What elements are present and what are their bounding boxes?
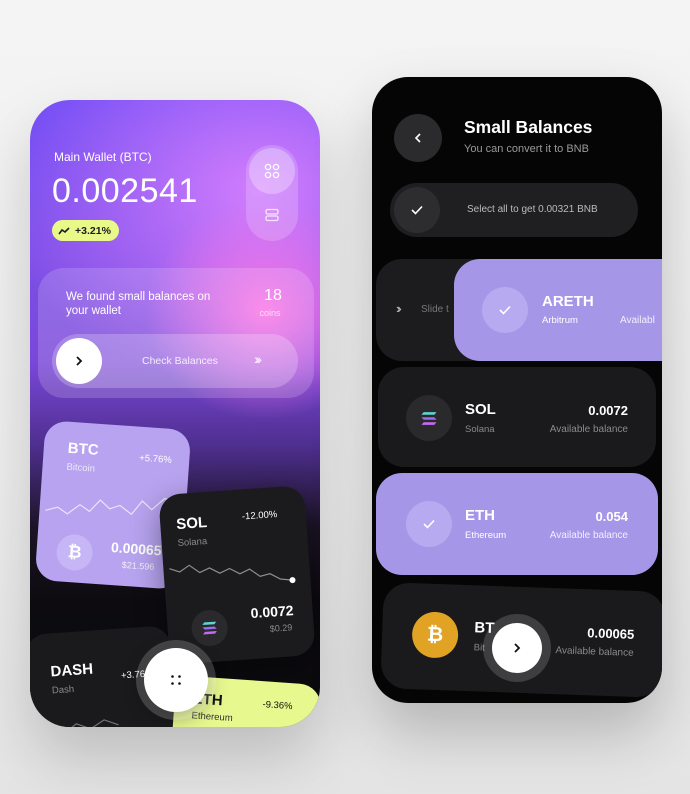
coins-unit: coins (259, 308, 281, 318)
page-title: Small Balances (464, 117, 593, 137)
menu-button[interactable] (144, 648, 208, 712)
coin-change: -9.36% (262, 699, 293, 713)
row-available: Available balance (549, 530, 628, 541)
row-name: Ethereum (465, 530, 507, 541)
row-available: Available balance (549, 424, 628, 435)
coin-name: Dash (51, 683, 75, 697)
next-button[interactable] (492, 623, 542, 673)
main-wallet-screen: Main Wallet (BTC) 0.002541 +3.21% We fou… (30, 100, 320, 727)
coins-count: 18 (264, 287, 282, 304)
small-balances-text: We found small balances on your wallet (66, 291, 211, 317)
sol-sparkline (169, 564, 296, 584)
coin-name: Solana (177, 536, 208, 550)
check-icon (411, 205, 423, 215)
coin-amount: 0.0072 (250, 602, 294, 622)
slide-hint-label: Slide t (421, 304, 449, 315)
coin-card-sol[interactable]: SOL Solana -12.00% 0.0072 $0.29 (158, 485, 316, 665)
solana-icon (190, 608, 229, 648)
select-all-checkbox[interactable] (394, 187, 440, 233)
row-name: Bit (473, 642, 485, 654)
chevron-right-icon (514, 643, 521, 653)
row-available: Availabl (620, 315, 655, 326)
double-chevron-icon: ›› (396, 301, 401, 316)
row-amount: 0.0072 (588, 403, 628, 418)
check-balances-button[interactable] (56, 338, 102, 384)
coin-change: +5.76% (138, 452, 173, 466)
coin-symbol: SOL (175, 513, 208, 534)
row-amount: 0.00065 (587, 625, 635, 642)
coin-name: Bitcoin (66, 461, 96, 475)
row-symbol: BT (474, 619, 495, 637)
selected-check-icon (482, 287, 528, 333)
coin-usd: $0.29 (269, 622, 293, 634)
row-symbol: ARETH (542, 293, 594, 310)
coin-symbol: DASH (50, 660, 94, 681)
chevron-left-icon (414, 133, 421, 143)
wallet-balance: 0.002541 (52, 172, 198, 210)
wallet-change-value: +3.21% (75, 224, 111, 237)
balance-row-areth[interactable]: ARETH Arbitrum Availabl (454, 259, 662, 361)
row-symbol: ETH (465, 507, 495, 524)
list-icon (265, 208, 279, 222)
page-subtitle: You can convert it to BNB (464, 143, 589, 155)
list-view-button[interactable] (249, 192, 295, 238)
select-all-label: Select all to get 0.00321 BNB (467, 204, 598, 215)
coin-name: Ethereum (191, 710, 234, 725)
row-symbol: SOL (465, 401, 496, 418)
row-name: Solana (465, 424, 495, 435)
row-name: Arbitrum (542, 315, 578, 326)
coin-usd: $21.596 (121, 559, 155, 573)
coin-change: -12.00% (241, 509, 278, 523)
row-amount: 0.054 (595, 509, 628, 524)
wallet-title: Main Wallet (BTC) (54, 150, 152, 164)
back-button[interactable] (394, 114, 442, 162)
solana-icon (406, 395, 452, 441)
balance-row-eth[interactable]: ETH Ethereum 0.054 Available balance (376, 473, 658, 575)
bitcoin-icon: ₿ (55, 533, 94, 572)
coin-change: +3.76 (120, 668, 146, 682)
grid-view-button[interactable] (249, 148, 295, 194)
coin-amount: 0.00065 (110, 538, 163, 559)
bitcoin-icon: ₿ (411, 611, 459, 659)
small-balances-screen: Small Balances You can convert it to BNB… (372, 77, 662, 703)
check-balances-label: Check Balances (142, 355, 218, 367)
dash-sparkline (36, 719, 119, 727)
wallet-change-badge: +3.21% (52, 220, 119, 241)
trend-up-icon (58, 226, 70, 234)
grid-icon (264, 163, 280, 179)
double-chevron-icon: ››› (254, 351, 262, 367)
dots-grid-icon (171, 675, 181, 685)
chevron-right-icon (76, 356, 83, 366)
view-toggle[interactable] (246, 145, 298, 241)
coin-symbol: BTC (67, 439, 100, 459)
balance-row-sol[interactable]: SOL Solana 0.0072 Available balance (378, 367, 656, 467)
row-available: Available balance (555, 645, 634, 659)
selected-check-icon (406, 501, 452, 547)
